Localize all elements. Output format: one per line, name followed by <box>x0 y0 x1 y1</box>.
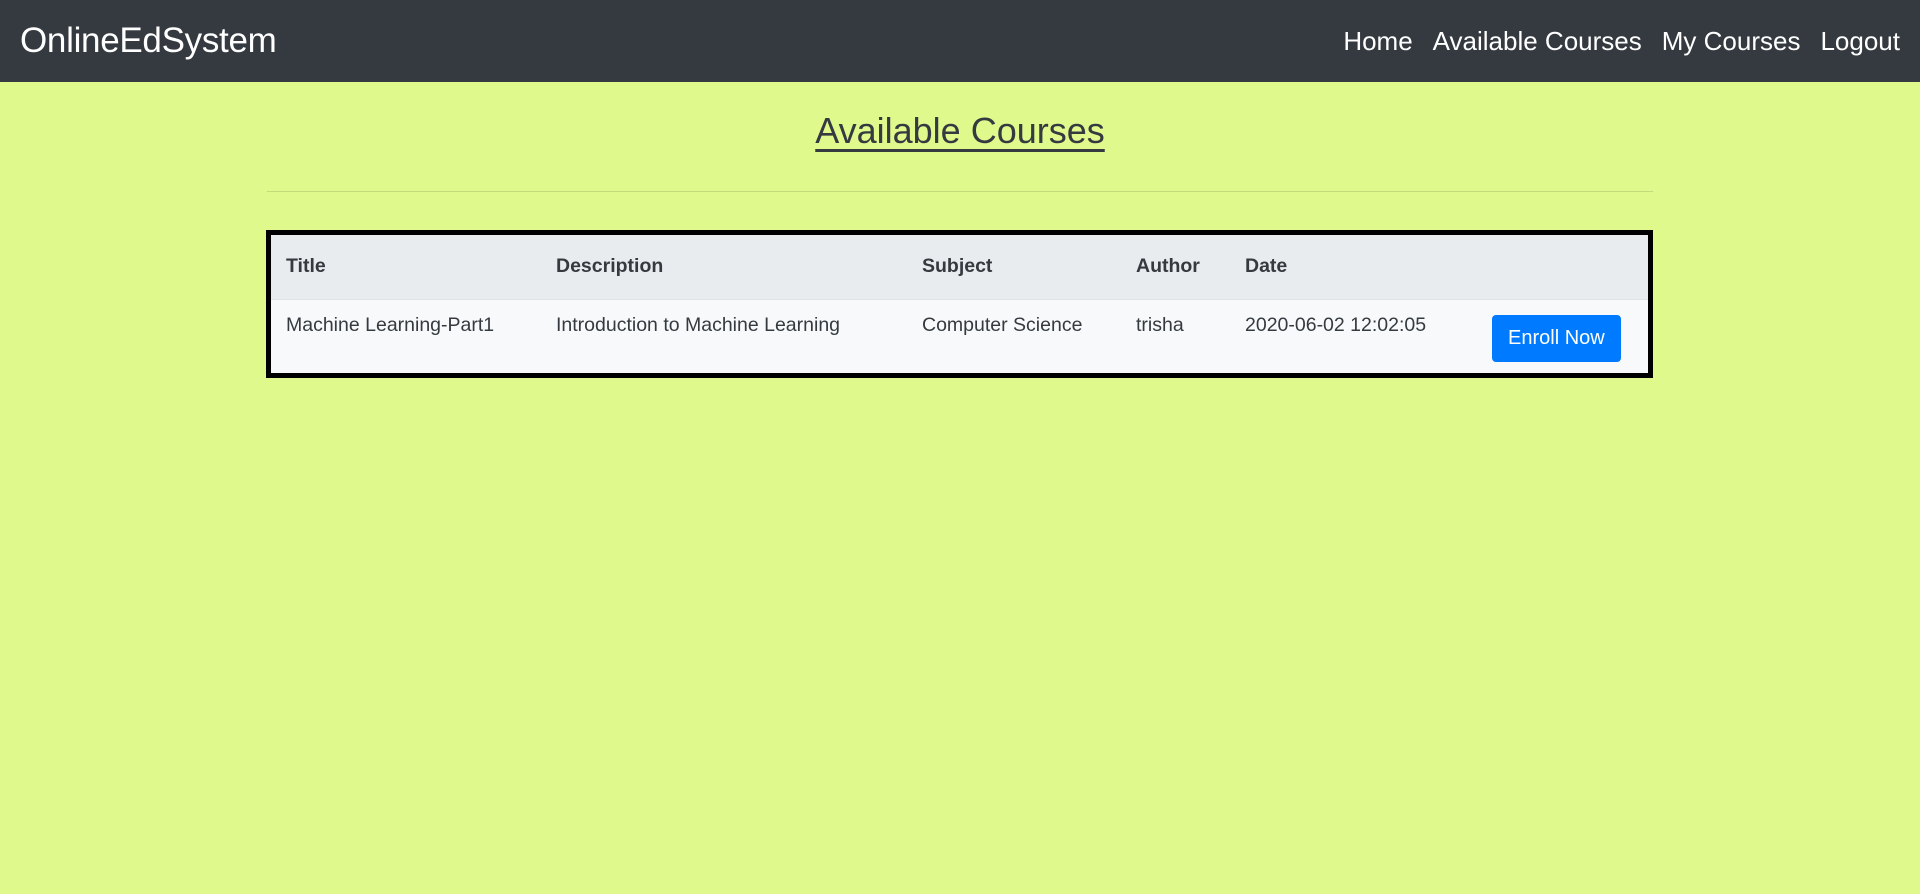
table-row: Machine Learning-Part1 Introduction to M… <box>271 299 1648 377</box>
header-title: Title <box>286 255 326 278</box>
brand-logo[interactable]: OnlineEdSystem <box>20 21 277 61</box>
header-date: Date <box>1245 255 1288 278</box>
nav-link-my-courses[interactable]: My Courses <box>1662 26 1801 57</box>
navbar: OnlineEdSystem Home Available Courses My… <box>0 0 1920 82</box>
table-header-row: Title Description Subject Author Date <box>271 235 1648 299</box>
nav-link-logout[interactable]: Logout <box>1820 26 1900 57</box>
cell-title: Machine Learning-Part1 <box>286 313 495 336</box>
nav-link-available-courses[interactable]: Available Courses <box>1433 26 1642 57</box>
cell-subject: Computer Science <box>922 313 1083 336</box>
cell-date: 2020-06-02 12:02:05 <box>1245 313 1427 336</box>
enroll-now-button[interactable]: Enroll Now <box>1492 314 1621 362</box>
cell-action: Enroll Now <box>1467 299 1648 377</box>
divider <box>267 191 1653 192</box>
nav-links: Home Available Courses My Courses Logout <box>1323 26 1900 57</box>
courses-table-container: Title Description Subject Author Date Ma… <box>266 230 1653 378</box>
header-subject: Subject <box>922 255 993 278</box>
courses-table: Title Description Subject Author Date Ma… <box>271 235 1648 377</box>
nav-link-home[interactable]: Home <box>1343 26 1412 57</box>
header-action <box>1467 235 1648 299</box>
header-author: Author <box>1136 255 1200 278</box>
cell-author: trisha <box>1136 313 1184 336</box>
cell-description: Introduction to Machine Learning <box>556 313 841 336</box>
header-description: Description <box>556 255 664 278</box>
page-title: Available Courses <box>815 110 1105 151</box>
